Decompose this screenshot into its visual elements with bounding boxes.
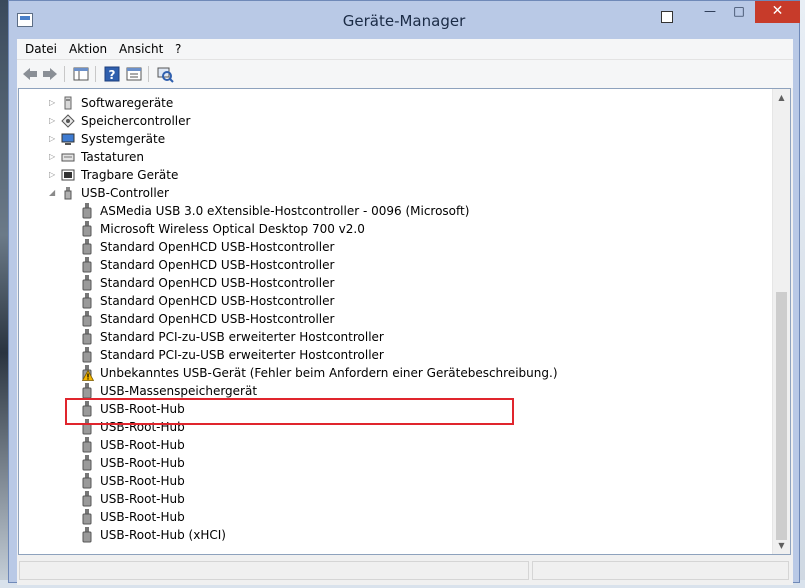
usb-plug-icon	[82, 239, 92, 255]
usb-plug-icon	[82, 257, 92, 273]
tree-device-label: USB-Root-Hub	[100, 474, 185, 488]
tree-category-label: Tastaturen	[81, 150, 144, 164]
usb-plug-icon	[82, 437, 92, 453]
tree-device-label: Standard OpenHCD USB-Hostcontroller	[100, 294, 335, 308]
usb-plug-icon	[82, 221, 92, 237]
usb-plug-icon	[82, 455, 92, 471]
tree-category-label: Softwaregeräte	[81, 96, 174, 110]
usb-plug-icon	[82, 509, 92, 525]
expand-triangle-icon[interactable]: ▷	[49, 135, 55, 143]
tree-category-label: Systemgeräte	[81, 132, 166, 146]
tree-device-label: Standard OpenHCD USB-Hostcontroller	[100, 258, 335, 272]
software-device-icon	[64, 96, 72, 110]
tree-device-label: USB-Root-Hub	[100, 492, 185, 506]
scroll-down-arrow-icon[interactable]: ▼	[773, 537, 790, 554]
status-bar	[17, 558, 793, 584]
usb-plug-icon	[82, 311, 92, 327]
device-manager-window: Geräte-Manager — □ ✕ Datei Aktion Ansich…	[8, 0, 800, 585]
expand-triangle-icon[interactable]: ▷	[49, 99, 55, 107]
svg-text:?: ?	[109, 68, 116, 82]
usb-plug-icon	[82, 329, 92, 345]
tree-device-label: Microsoft Wireless Optical Desktop 700 v…	[100, 222, 365, 236]
usb-plug-icon	[82, 473, 92, 489]
device-tree[interactable]: ▷ Softwaregeräte ▷ Speichercontroller ▷	[18, 88, 791, 555]
tree-category-label: Speichercontroller	[81, 114, 191, 128]
usb-plug-icon	[82, 275, 92, 291]
usb-plug-icon	[82, 293, 92, 309]
vertical-scrollbar[interactable]: ▲ ▼	[772, 89, 790, 554]
expand-triangle-icon[interactable]: ▷	[49, 117, 55, 125]
collapse-triangle-icon[interactable]: ◢	[49, 189, 55, 197]
forward-arrow-icon[interactable]	[41, 65, 59, 83]
warning-icon	[82, 370, 94, 381]
scan-hardware-icon[interactable]	[156, 65, 174, 83]
menu-datei[interactable]: Datei	[25, 42, 57, 56]
menu-help[interactable]: ?	[175, 42, 181, 56]
overlapping-window-icon	[661, 11, 673, 23]
status-cell-main	[19, 561, 529, 580]
toolbar-separator	[148, 66, 149, 82]
system-device-icon	[61, 133, 75, 145]
menu-bar: Datei Aktion Ansicht ?	[17, 39, 793, 60]
tree-category-label: Tragbare Geräte	[81, 168, 179, 182]
properties-icon[interactable]	[125, 65, 143, 83]
window-title: Geräte-Manager	[342, 12, 466, 30]
show-hide-console-tree-icon[interactable]	[72, 65, 90, 83]
minimize-button[interactable]: —	[697, 1, 723, 23]
tree-device-label: USB-Root-Hub	[100, 438, 185, 452]
scroll-up-arrow-icon[interactable]: ▲	[773, 89, 790, 106]
tree-device-label: ASMedia USB 3.0 eXtensible-Hostcontrolle…	[100, 204, 470, 218]
close-button[interactable]: ✕	[755, 1, 800, 23]
desktop-background-left	[0, 0, 8, 588]
keyboard-icon	[61, 153, 75, 162]
tree-device-label: Standard PCI-zu-USB erweiterter Hostcont…	[100, 330, 384, 344]
usb-plug-icon	[82, 527, 92, 543]
status-cell-secondary	[532, 561, 789, 580]
tree-device-label: USB-Root-Hub (xHCI)	[100, 528, 226, 542]
storage-controller-icon	[61, 114, 75, 128]
back-arrow-icon[interactable]	[21, 65, 39, 83]
tree-device-label: Standard OpenHCD USB-Hostcontroller	[100, 312, 335, 326]
tree-device-label: USB-Root-Hub	[100, 510, 185, 524]
menu-aktion[interactable]: Aktion	[69, 42, 107, 56]
title-bar[interactable]: Geräte-Manager — □ ✕	[9, 1, 800, 39]
usb-controller-icon	[64, 187, 72, 200]
error-highlight-box	[65, 398, 514, 425]
toolbar-separator	[64, 66, 65, 82]
tree-device-label: Standard PCI-zu-USB erweiterter Hostcont…	[100, 348, 384, 362]
tree-device-label: Standard OpenHCD USB-Hostcontroller	[100, 276, 335, 290]
help-icon[interactable]: ?	[103, 65, 121, 83]
usb-plug-icon	[82, 347, 92, 363]
client-area: Datei Aktion Ansicht ? ? ▷ Softwaregerät…	[17, 39, 793, 585]
toolbar-separator	[95, 66, 96, 82]
usb-plug-icon	[82, 203, 92, 219]
toolbar: ?	[17, 60, 793, 88]
maximize-button[interactable]: □	[725, 1, 753, 23]
tree-category-label: USB-Controller	[81, 186, 169, 200]
expand-triangle-icon[interactable]: ▷	[49, 171, 55, 179]
tree-device-label: Unbekanntes USB-Gerät (Fehler beim Anfor…	[100, 366, 558, 380]
usb-plug-icon	[82, 383, 92, 399]
tree-device-label: Standard OpenHCD USB-Hostcontroller	[100, 240, 335, 254]
expand-triangle-icon[interactable]: ▷	[49, 153, 55, 161]
tree-device-label: USB-Root-Hub	[100, 456, 185, 470]
scrollbar-thumb[interactable]	[776, 292, 787, 540]
menu-ansicht[interactable]: Ansicht	[119, 42, 163, 56]
portable-device-icon	[61, 169, 75, 181]
usb-plug-icon	[82, 491, 92, 507]
